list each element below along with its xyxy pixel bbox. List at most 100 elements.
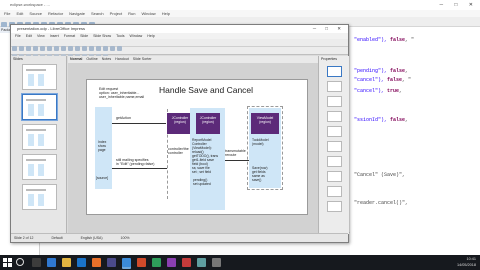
layout-option[interactable]: [327, 96, 342, 107]
store-icon[interactable]: [77, 258, 86, 267]
app-icon[interactable]: [167, 258, 176, 267]
impress-window-buttons[interactable]: ─ □ ✕: [313, 25, 345, 33]
note-line: user_inheritable,name,email: [99, 95, 145, 100]
box-viewmodel: ViewModel (region): [251, 113, 279, 134]
menu-item[interactable]: Navigate: [69, 11, 85, 16]
menu-item[interactable]: Window: [130, 34, 143, 38]
slide-thumbnail[interactable]: [22, 64, 57, 90]
menu-item[interactable]: Search: [91, 11, 104, 16]
ide-titlebar: eclipse-workspace - ... ─ □ ✕: [0, 0, 480, 10]
properties-title: Properties: [321, 57, 337, 61]
box-line: (region): [259, 120, 271, 124]
firefox-icon[interactable]: [92, 258, 101, 267]
code-line[interactable]: "pending"), false,: [354, 68, 408, 74]
lane-line: set ; set field: [192, 170, 212, 174]
slide-thumbnail[interactable]: [22, 184, 57, 210]
lane-model-text: TodoModel (model): [252, 138, 269, 146]
code-line[interactable]: "ssionId"), false,: [354, 117, 408, 123]
windows-start-icon[interactable]: [3, 258, 12, 267]
status-field[interactable]: English (USA): [81, 236, 103, 240]
status-bar: Slide 2 of 12 Default English (USA) 100%: [11, 233, 348, 242]
slide-title: Handle Save and Cancel: [159, 85, 254, 95]
layout-option[interactable]: [327, 201, 342, 212]
menu-item[interactable]: Run: [128, 11, 135, 16]
menu-item[interactable]: Help: [147, 34, 154, 38]
eclipse-icon[interactable]: [107, 258, 116, 267]
slide[interactable]: Handle Save and Cancel Edit request optio…: [86, 79, 308, 215]
layout-option[interactable]: [327, 141, 342, 152]
layout-option[interactable]: [327, 171, 342, 182]
lane-index-label: Index show page: [98, 140, 106, 152]
slides-pane-title: Slides: [13, 57, 23, 61]
menu-item[interactable]: Tools: [116, 34, 124, 38]
menu-item[interactable]: Project: [110, 11, 122, 16]
impress-standard-toolbar: [11, 39, 348, 51]
view-tab[interactable]: Outline: [86, 57, 97, 61]
layout-option[interactable]: [327, 66, 342, 77]
menu-item[interactable]: Edit: [16, 11, 23, 16]
menu-item[interactable]: Slide: [80, 34, 88, 38]
label-specifies: still mailing specifies in "Edit" (pendin…: [116, 158, 154, 166]
arrow-specifies: [112, 168, 167, 169]
slide-thumbnail-selected[interactable]: [22, 94, 57, 120]
app-icon[interactable]: [152, 258, 161, 267]
menu-item[interactable]: View: [37, 34, 45, 38]
menu-item[interactable]: Help: [162, 11, 170, 16]
lane-controller-text: ReportModel Controller (ViewModel): reload(…: [192, 138, 218, 174]
file-explorer-icon[interactable]: [62, 258, 71, 267]
view-tabs: Normal Outline Notes Handout Slide Sorter: [68, 56, 318, 63]
lane-line: save(): [252, 178, 262, 182]
ide-title-text: eclipse-workspace - ...: [10, 2, 50, 7]
layout-option[interactable]: [327, 81, 342, 92]
menu-item[interactable]: Window: [141, 11, 155, 16]
code-line[interactable]: "enabled"), false, ": [354, 37, 414, 43]
app-icon[interactable]: [137, 258, 146, 267]
desktop: eclipse-workspace - ... ─ □ ✕ File Edit So…: [0, 0, 480, 270]
menu-item[interactable]: File: [15, 34, 21, 38]
slide-thumbnail[interactable]: [22, 154, 57, 180]
properties-sidebar: Properties: [318, 56, 349, 234]
code-editor[interactable]: "enabled"), false, " "pending"), false, "…: [350, 27, 480, 255]
note-top: Edit request option: user_inheritable... u…: [99, 87, 144, 100]
impress-taskbar-icon[interactable]: [122, 258, 131, 267]
view-tab[interactable]: Notes: [102, 57, 111, 61]
menu-item[interactable]: Format: [64, 34, 75, 38]
layout-option[interactable]: [327, 156, 342, 167]
status-field[interactable]: Slide 2 of 12: [14, 236, 33, 240]
edge-icon[interactable]: [47, 258, 56, 267]
search-icon[interactable]: [16, 258, 24, 266]
view-tab[interactable]: Normal: [70, 57, 82, 61]
code-line[interactable]: "cancel"), false, ": [354, 77, 411, 83]
slide-thumbnail[interactable]: [22, 124, 57, 150]
layout-option[interactable]: [327, 126, 342, 137]
view-tab[interactable]: Handout: [115, 57, 129, 61]
code-line[interactable]: "Cancel" (Save)",: [354, 172, 405, 178]
box-jcontroller-2: JController (region): [196, 113, 220, 134]
toolbar-icon[interactable]: [110, 45, 115, 51]
status-field[interactable]: Default: [51, 236, 62, 240]
clock[interactable]: 10:41 14/05/2018: [457, 256, 476, 268]
task-view-icon[interactable]: [32, 258, 41, 267]
menu-item[interactable]: Insert: [50, 34, 59, 38]
label-transmute: transmutable reroute: [225, 149, 246, 157]
layout-option[interactable]: [327, 111, 342, 122]
menu-item[interactable]: Slide Show: [93, 34, 111, 38]
label-getaction: getAction: [116, 116, 131, 120]
menu-item[interactable]: Edit: [26, 34, 32, 38]
status-field[interactable]: 100%: [121, 236, 130, 240]
code-line[interactable]: "cancel"), true,: [354, 88, 402, 94]
menu-item[interactable]: Refactor: [48, 11, 63, 16]
note-line: controller: [168, 151, 183, 156]
layout-option[interactable]: [327, 186, 342, 197]
toolbar-icon[interactable]: [117, 45, 122, 51]
view-tab[interactable]: Slide Sorter: [133, 57, 152, 61]
code-line[interactable]: "reader.cancel()",: [354, 200, 408, 206]
app-icon[interactable]: [197, 258, 206, 267]
app-icon[interactable]: [212, 258, 221, 267]
menu-item[interactable]: Source: [29, 11, 42, 16]
app-icon[interactable]: [182, 258, 191, 267]
lane-line: page: [98, 148, 106, 152]
lane-index-bottom: [source]: [96, 176, 109, 180]
ide-window-buttons[interactable]: ─ □ ✕: [439, 0, 478, 10]
menu-item[interactable]: File: [4, 11, 10, 16]
